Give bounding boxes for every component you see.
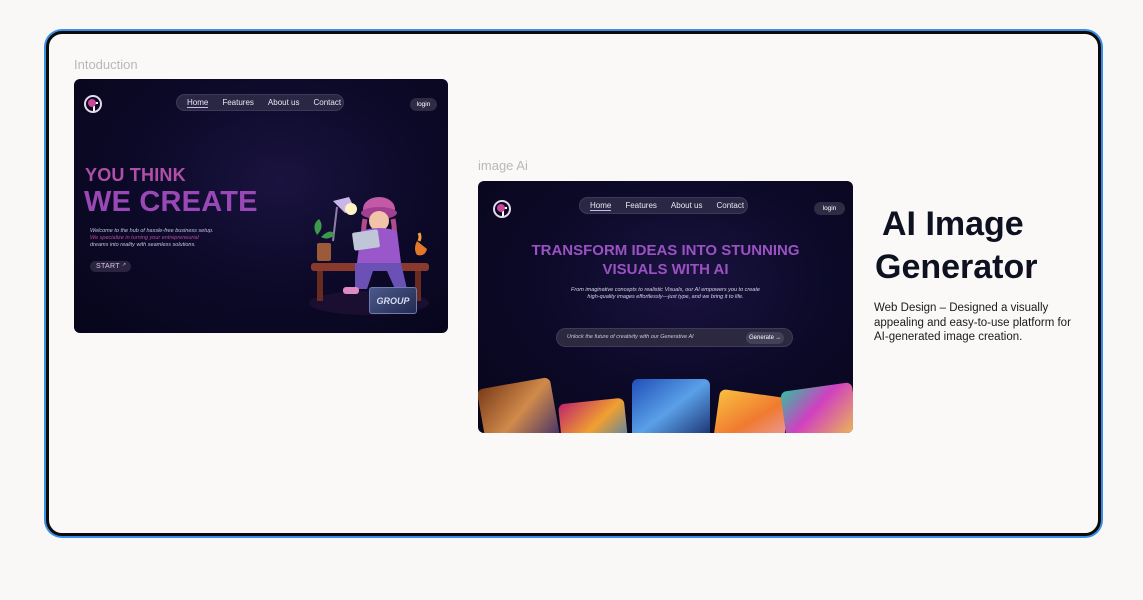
nav-about[interactable]: About us	[268, 98, 300, 107]
arrow-right-icon: →	[775, 335, 782, 341]
start-button[interactable]: START ↗	[90, 261, 131, 272]
intro-tagline-1: Welcome to the hub of hassle-free busine…	[90, 228, 214, 234]
nav-features[interactable]: Features	[222, 98, 254, 107]
image-ai-caption: image Ai	[478, 158, 528, 173]
brand-logo-icon	[493, 200, 511, 218]
ai-headline-line-1: TRANSFORM IDEAS INTO STUNNING	[531, 242, 800, 259]
brand-logo-icon	[84, 95, 102, 113]
generate-button[interactable]: Generate →	[746, 332, 784, 344]
ai-headline: TRANSFORM IDEAS INTO STUNNING VISUALS WI…	[478, 241, 853, 279]
ai-subtext: From imaginative concepts to realistic V…	[478, 287, 853, 301]
prompt-input-placeholder[interactable]: Unlock the future of creativity with our…	[567, 334, 694, 340]
nav-contact[interactable]: Contact	[314, 98, 342, 107]
intro-login-button[interactable]: login	[410, 98, 437, 111]
prompt-search-bar[interactable]: Unlock the future of creativity with our…	[556, 328, 793, 347]
project-title-line-2: Generator	[875, 248, 1038, 286]
nav-home[interactable]: Home	[187, 98, 209, 108]
project-description-line-1: Web Design – Designed a visually	[874, 302, 1049, 314]
nav-contact[interactable]: Contact	[717, 201, 745, 210]
nav-about[interactable]: About us	[671, 201, 703, 210]
ai-headline-line-2: VISUALS WITH AI	[602, 261, 729, 278]
project-description-line-3: AI-generated image creation.	[874, 331, 1023, 343]
glass-cube-logo: GROUP	[369, 287, 417, 314]
intro-headline-1: YOU THINK	[85, 165, 186, 185]
project-description: Web Design – Designed a visually appeali…	[874, 301, 1071, 345]
ai-generator-preview[interactable]: Home Features About us Contact login TRA…	[478, 181, 853, 433]
start-label: START	[96, 263, 120, 270]
intro-headline-2: WE CREATE	[84, 186, 258, 218]
intro-tagline-2: We specialize in turning your entreprene…	[90, 235, 199, 241]
nav-features[interactable]: Features	[625, 201, 657, 210]
generate-label: Generate	[748, 335, 775, 341]
intro-nav: Home Features About us Contact	[176, 94, 344, 111]
generated-images-gallery	[478, 377, 853, 433]
project-description-line-2: appealing and easy-to-use platform for	[874, 316, 1071, 329]
project-title-line-1: AI Image	[882, 205, 1024, 243]
intro-caption: Intoduction	[74, 57, 138, 72]
ai-login-button[interactable]: login	[814, 202, 845, 215]
ai-subtext-line-2: high-quality images effortlessly—just ty…	[587, 294, 744, 300]
ai-subtext-line-1: From imaginative concepts to realistic V…	[571, 287, 760, 293]
intro-tagline-3: dreams into reality with seamless soluti…	[90, 242, 196, 248]
arrow-up-right-icon: ↗	[121, 261, 127, 268]
nav-home[interactable]: Home	[590, 201, 612, 211]
intro-preview[interactable]: Home Features About us Contact login YOU…	[74, 79, 448, 333]
ai-nav: Home Features About us Contact	[579, 197, 748, 214]
